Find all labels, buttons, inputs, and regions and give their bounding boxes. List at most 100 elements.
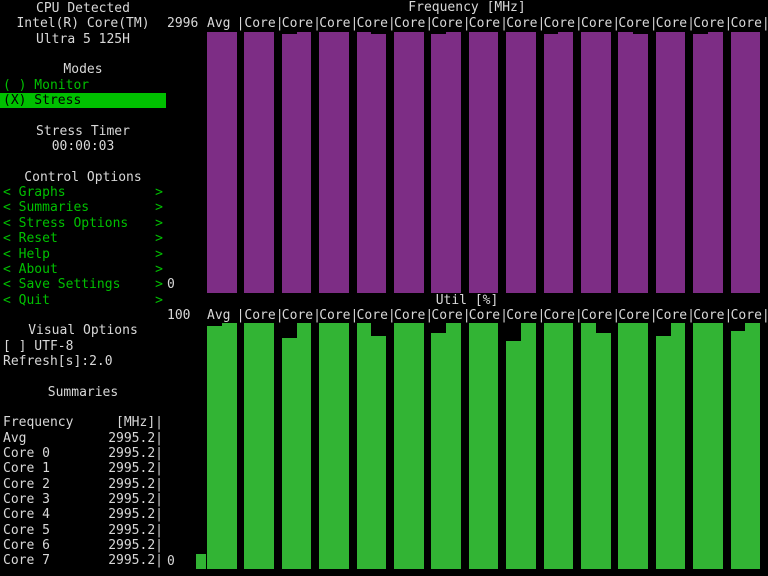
bar-column — [618, 32, 648, 293]
bar-column — [357, 323, 387, 568]
bar-column — [357, 32, 387, 293]
bar-column — [244, 323, 274, 568]
row-label: Core 0 — [3, 446, 50, 461]
button-right-bracket: > — [155, 247, 163, 262]
table-row: Core 42995.2| — [0, 507, 166, 522]
control-button-summaries[interactable]: < Summaries> — [0, 200, 166, 215]
bar-column — [431, 32, 461, 293]
button-label: Help — [19, 247, 50, 262]
row-value: 2995.2| — [108, 538, 163, 553]
row-label: Core 6 — [3, 538, 50, 553]
freq-chart-title: Frequency [MHz] — [166, 0, 768, 15]
charts-panel: Frequency [MHz] 2996 Avg|Core|Core|Core|… — [166, 0, 768, 576]
button-label: Quit — [19, 293, 50, 308]
button-left-bracket: < About — [3, 262, 58, 277]
control-button-reset[interactable]: < Reset> — [0, 231, 166, 246]
chart-column-header: Core| — [282, 308, 319, 323]
bar-column — [469, 323, 499, 568]
control-button-stress-options[interactable]: < Stress Options> — [0, 216, 166, 231]
chart-column-header: Core| — [656, 16, 693, 31]
bar-column — [282, 323, 312, 568]
table-row: Core 22995.2| — [0, 477, 166, 492]
util-ymin-label: 0 — [167, 554, 175, 569]
chart-column-header: Core| — [581, 308, 618, 323]
bar-column — [581, 32, 611, 293]
summaries-unit: [MHz]| — [116, 415, 163, 430]
control-button-graphs[interactable]: < Graphs> — [0, 185, 166, 200]
cpu-detected-title: CPU Detected — [0, 1, 166, 16]
row-value: 2995.2| — [108, 523, 163, 538]
refresh-setting[interactable]: Refresh[s]:2.0 — [0, 354, 166, 369]
bar-column — [506, 32, 536, 293]
sidebar: CPU Detected Intel(R) Core(TM) Ultra 5 1… — [0, 1, 166, 569]
chart-column-header: Core| — [357, 16, 394, 31]
chart-column-header: Core| — [469, 16, 506, 31]
spacer — [0, 369, 166, 384]
button-label: Graphs — [19, 185, 66, 200]
freq-ymin-label: 0 — [167, 277, 175, 292]
visual-options-title: Visual Options — [0, 323, 166, 338]
row-value: 2995.2| — [108, 553, 163, 568]
stress-timer-title: Stress Timer — [0, 124, 166, 139]
chart-column-header: Core| — [731, 16, 768, 31]
summaries-table-header: Frequency [MHz]| — [0, 415, 166, 430]
row-label: Core 5 — [3, 523, 50, 538]
button-label: About — [19, 262, 58, 277]
bar-column — [207, 323, 237, 568]
bar-column — [319, 32, 349, 293]
bar-column — [469, 32, 499, 293]
bar-column — [394, 323, 424, 568]
table-row: Core 7 2995.2| — [0, 553, 166, 568]
control-button-save-settings[interactable]: < Save Settings > — [0, 277, 166, 292]
chart-column-header: Core| — [469, 308, 506, 323]
bar-column — [618, 323, 648, 568]
summaries-title: Summaries — [0, 385, 166, 400]
utf8-checkbox[interactable]: [ ] UTF-8 — [0, 339, 166, 354]
mode-monitor-radio[interactable]: ( ) Monitor — [0, 78, 166, 93]
util-history-stub — [196, 554, 206, 569]
spacer — [0, 154, 166, 169]
bar-column — [693, 323, 723, 568]
chart-column-header: Core| — [618, 308, 655, 323]
row-value: 2995.2| — [108, 477, 163, 492]
bar-column — [544, 32, 574, 293]
button-left-bracket: < Quit — [3, 293, 50, 308]
chart-column-header: Core| — [506, 308, 543, 323]
chart-column-header: Core| — [244, 16, 281, 31]
mode-stress-radio[interactable]: (X) Stress — [0, 93, 166, 108]
chart-column-header: Core| — [319, 308, 356, 323]
row-value: 2995.2| — [108, 507, 163, 522]
bar-column — [282, 32, 312, 293]
control-button-help[interactable]: < Help> — [0, 247, 166, 262]
util-bars — [166, 323, 768, 568]
chart-column-header: Core| — [282, 16, 319, 31]
bar-column — [506, 323, 536, 568]
control-button-quit[interactable]: < Quit> — [0, 293, 166, 308]
summaries-metric-name: Frequency — [3, 415, 73, 430]
bar-column — [244, 32, 274, 293]
chart-column-header: Core| — [244, 308, 281, 323]
util-column-headers: Avg|Core|Core|Core|Core|Core|Core|Core|C… — [166, 308, 768, 323]
button-left-bracket: < Graphs — [3, 185, 66, 200]
button-label: Save Settings — [19, 277, 121, 292]
chart-column-header: Core| — [431, 308, 468, 323]
table-row: Core 5 2995.2| — [0, 523, 166, 538]
chart-column-header: Core| — [693, 308, 730, 323]
button-left-bracket: < Save Settings — [3, 277, 120, 292]
chart-column-header: Core| — [544, 308, 581, 323]
chart-column-header: Core| — [394, 16, 431, 31]
row-label: Avg — [3, 431, 26, 446]
button-left-bracket: < Summaries — [3, 200, 89, 215]
row-label: Core 7 — [3, 553, 50, 568]
bar-column — [394, 32, 424, 293]
bar-column — [544, 323, 574, 568]
table-row: Core 12995.2| — [0, 461, 166, 476]
button-left-bracket: < Reset — [3, 231, 58, 246]
control-options-title: Control Options — [0, 170, 166, 185]
cpu-name: Ultra 5 125H — [0, 32, 166, 47]
control-button-about[interactable]: < About> — [0, 262, 166, 277]
button-right-bracket: > — [155, 277, 163, 292]
bar-column — [431, 323, 461, 568]
button-label: Stress Options — [19, 216, 129, 231]
bar-column — [731, 32, 761, 293]
